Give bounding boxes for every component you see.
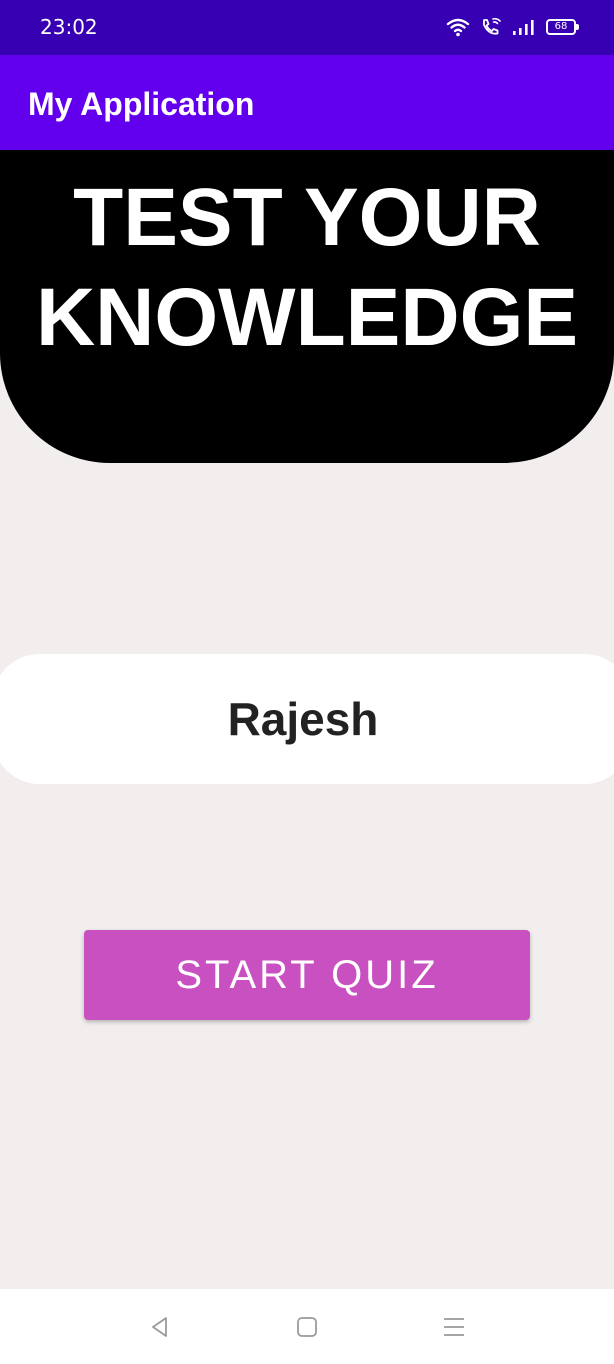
app-title: My Application: [28, 86, 255, 122]
signal-icon: [512, 18, 536, 36]
start-quiz-button[interactable]: START QUIZ: [84, 930, 530, 1020]
hero-title-line1: TEST YOUR: [73, 172, 541, 263]
user-name: Rajesh: [227, 693, 379, 745]
wifi-icon: [446, 17, 470, 37]
hero-title-line2: KNOWLEDGE: [35, 272, 579, 363]
status-bar: 23:02 68: [0, 0, 614, 55]
hero-banner: TEST YOUR KNOWLEDGE: [0, 150, 614, 463]
hero-title: TEST YOUR KNOWLEDGE: [0, 168, 614, 368]
app-bar: My Application: [0, 55, 614, 150]
status-icons: 68: [446, 16, 579, 38]
wifi-calling-icon: [480, 17, 502, 37]
navigation-bar: [0, 1289, 614, 1364]
recents-icon[interactable]: [440, 1313, 468, 1341]
battery-icon: 68: [546, 19, 579, 35]
home-icon[interactable]: [293, 1313, 321, 1341]
back-icon[interactable]: [146, 1313, 174, 1341]
name-card: Rajesh: [0, 654, 614, 784]
status-time: 23:02: [40, 15, 98, 39]
